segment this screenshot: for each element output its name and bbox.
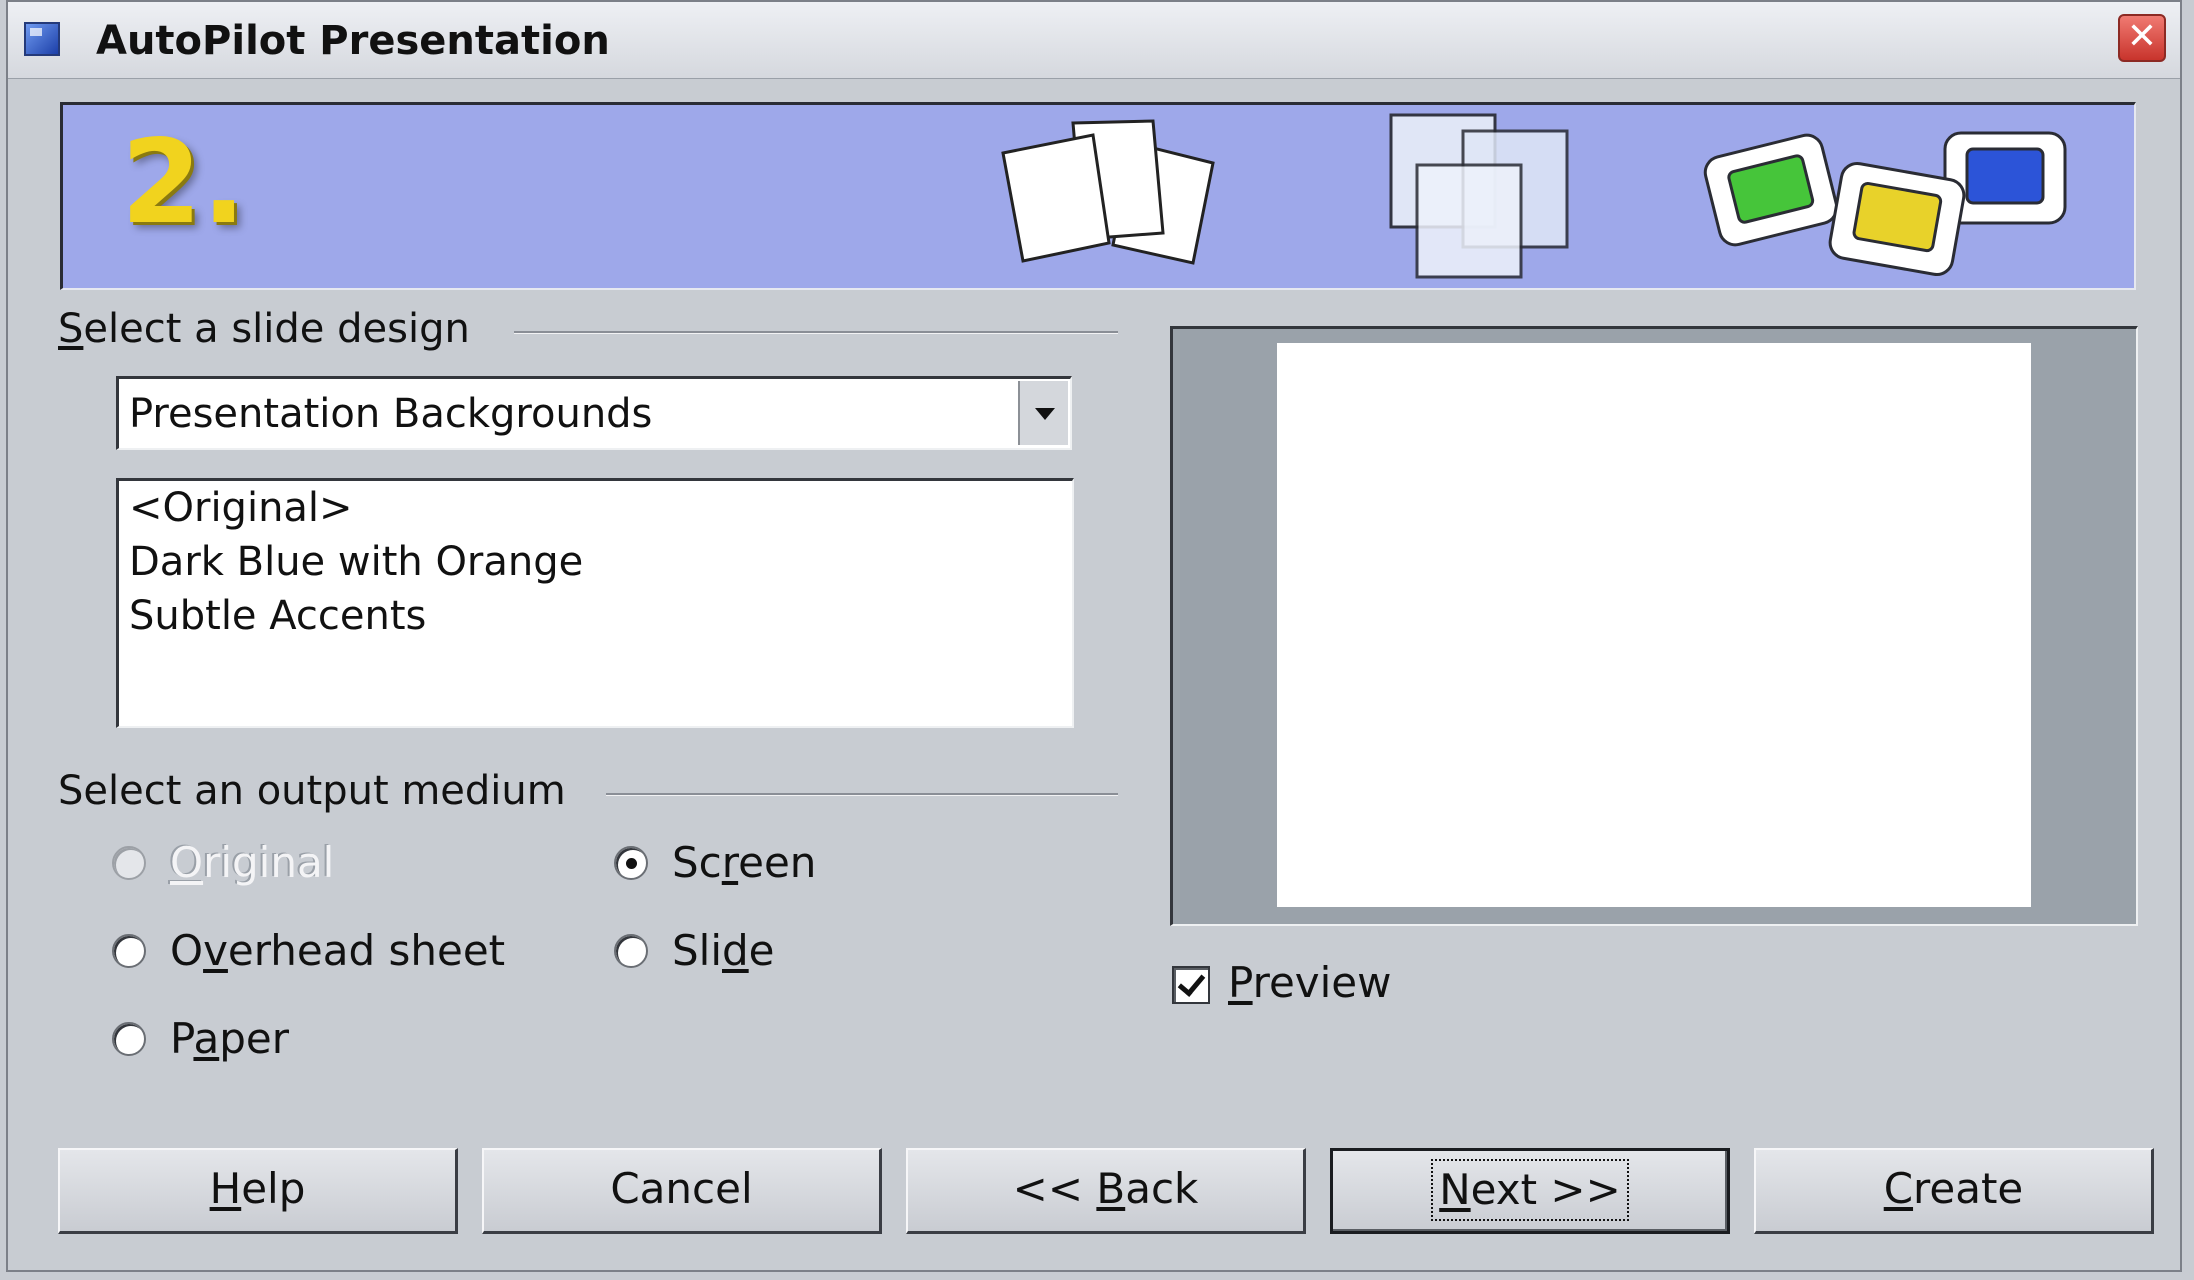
cancel-button[interactable]: Cancel <box>482 1148 882 1234</box>
autopilot-dialog: AutoPilot Presentation ✕ 2. Select a sli… <box>6 0 2182 1272</box>
app-icon <box>24 22 60 56</box>
focus-indicator: Next >> <box>1431 1159 1629 1221</box>
create-button[interactable]: Create <box>1754 1148 2154 1234</box>
checkbox[interactable] <box>1172 966 1210 1004</box>
close-icon: ✕ <box>2126 16 2158 57</box>
preview-pane <box>1170 326 2138 926</box>
radio-label-slide: Slide <box>672 926 775 975</box>
dropdown-selected-value: Presentation Backgrounds <box>129 391 653 437</box>
slide-design-separator <box>514 331 1118 334</box>
pages-illustration-icon <box>1001 119 1215 265</box>
radio-button[interactable] <box>112 1022 146 1056</box>
slide-design-heading: Select a slide design <box>58 306 470 352</box>
preview-slide <box>1277 343 2031 907</box>
back-button[interactable]: << Back <box>906 1148 1306 1234</box>
window-title: AutoPilot Presentation <box>96 18 610 64</box>
title-bar[interactable]: AutoPilot Presentation ✕ <box>8 2 2180 79</box>
next-button[interactable]: Next >> <box>1330 1148 1730 1234</box>
template-list[interactable]: <Original> Dark Blue with Orange Subtle … <box>116 478 1074 728</box>
radio-button[interactable] <box>614 934 648 968</box>
radio-label-paper: Paper <box>170 1014 289 1063</box>
list-item[interactable]: Subtle Accents <box>129 593 426 639</box>
radio-button[interactable] <box>112 934 146 968</box>
list-item[interactable]: Dark Blue with Orange <box>129 539 583 585</box>
slides-illustration-icon <box>1703 131 2067 277</box>
design-category-dropdown[interactable]: Presentation Backgrounds <box>116 376 1072 450</box>
step-banner: 2. <box>60 102 2136 290</box>
radio-button[interactable] <box>614 846 648 880</box>
help-button[interactable]: Help <box>58 1148 458 1234</box>
list-item[interactable]: <Original> <box>129 485 353 531</box>
radio-button[interactable] <box>112 846 146 880</box>
transparencies-illustration-icon <box>1389 113 1569 279</box>
radio-label-original: Original <box>170 838 335 887</box>
step-number: 2. <box>121 115 246 250</box>
radio-label-overhead-sheet: Overhead sheet <box>170 926 506 975</box>
output-medium-heading: Select an output medium <box>58 768 566 814</box>
close-button[interactable]: ✕ <box>2118 14 2166 62</box>
chevron-down-icon[interactable] <box>1018 381 1068 445</box>
radio-label-screen: Screen <box>672 838 817 887</box>
output-medium-separator <box>606 793 1118 796</box>
preview-checkbox-label: Preview <box>1228 958 1392 1007</box>
